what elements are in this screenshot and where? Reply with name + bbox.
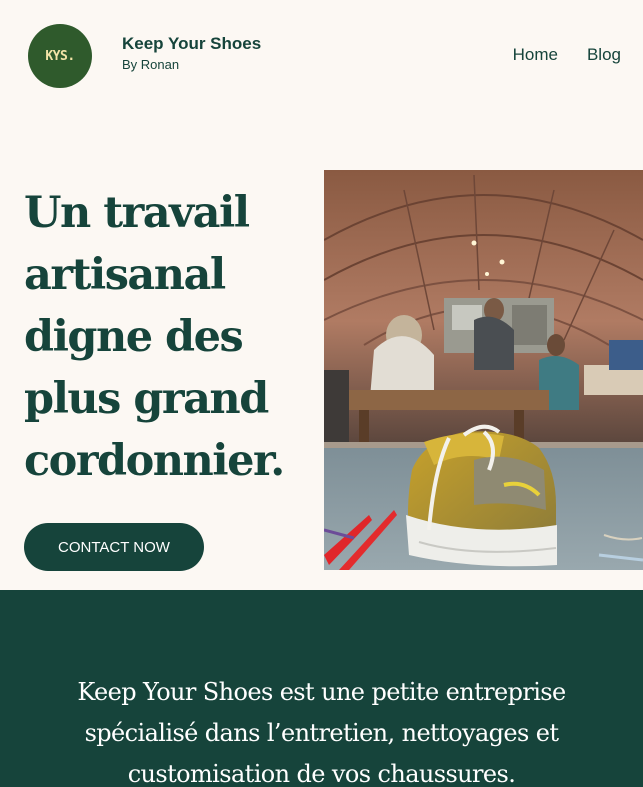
nav-home-link[interactable]: Home: [513, 45, 558, 65]
site-header: KYS. Keep Your Shoes By Ronan Home Blog: [0, 0, 643, 112]
about-text: Keep Your Shoes est une petite entrepris…: [77, 678, 566, 787]
logo-text: KYS.: [45, 48, 75, 64]
hero-image: [324, 170, 643, 570]
logo[interactable]: KYS.: [28, 24, 92, 88]
contact-now-button[interactable]: CONTACT NOW: [24, 523, 204, 571]
main-nav: Home Blog: [513, 45, 621, 65]
nav-blog-link[interactable]: Blog: [587, 45, 621, 65]
about-section: Keep Your Shoes est une petite entrepris…: [0, 590, 643, 787]
brand: Keep Your Shoes By Ronan: [122, 34, 261, 72]
workshop-shoe-photo: [324, 170, 643, 570]
hero-title: Un travail artisanal digne des plus gran…: [24, 188, 285, 486]
brand-title[interactable]: Keep Your Shoes: [122, 34, 261, 54]
brand-subtitle: By Ronan: [122, 57, 180, 72]
